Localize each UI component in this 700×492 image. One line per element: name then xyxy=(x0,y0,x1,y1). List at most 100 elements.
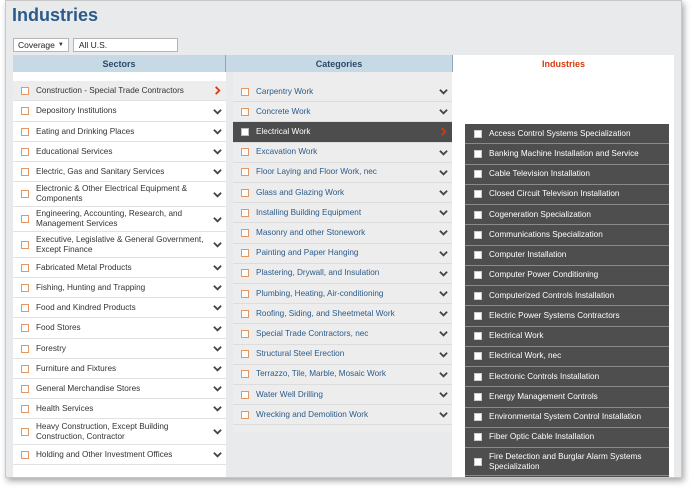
chevron-down-icon[interactable] xyxy=(438,390,448,399)
category-item[interactable]: Carpentry Work xyxy=(233,82,452,103)
row-checkbox[interactable] xyxy=(241,410,249,419)
row-checkbox[interactable] xyxy=(474,129,482,138)
row-checkbox[interactable] xyxy=(474,210,482,219)
row-checkbox[interactable] xyxy=(21,107,29,115)
row-checkbox[interactable] xyxy=(474,433,482,442)
chevron-down-icon[interactable] xyxy=(438,87,448,96)
sector-item[interactable]: Food Stores xyxy=(13,318,226,339)
sector-item[interactable]: Executive, Legislative & General Governm… xyxy=(13,232,226,258)
chevron-down-icon[interactable] xyxy=(438,168,448,177)
row-checkbox[interactable] xyxy=(474,291,482,300)
row-checkbox[interactable] xyxy=(21,240,29,249)
row-checkbox[interactable] xyxy=(21,190,29,198)
sector-item[interactable]: Forestry xyxy=(13,339,226,359)
sector-item[interactable]: Fishing, Hunting and Trapping xyxy=(13,278,226,298)
sector-item[interactable]: General Merchandise Stores xyxy=(13,379,226,399)
row-checkbox[interactable] xyxy=(474,457,482,466)
row-checkbox[interactable] xyxy=(241,390,249,399)
sector-item[interactable]: Health Services xyxy=(13,399,226,419)
chevron-down-icon[interactable] xyxy=(438,249,448,258)
sector-item[interactable]: Furniture and Fixtures xyxy=(13,359,226,379)
chevron-down-icon[interactable] xyxy=(212,147,222,156)
row-checkbox[interactable] xyxy=(474,413,482,422)
category-item[interactable]: Painting and Paper Hanging xyxy=(233,244,452,264)
row-checkbox[interactable] xyxy=(21,283,29,292)
category-item[interactable]: Glass and Glazing Work xyxy=(233,183,452,204)
row-checkbox[interactable] xyxy=(474,170,482,179)
chevron-down-icon[interactable] xyxy=(212,190,222,199)
row-checkbox[interactable] xyxy=(241,208,249,217)
industry-item[interactable]: Computerized Controls Installation xyxy=(465,286,669,307)
sector-item[interactable]: Construction - Special Trade Contractors xyxy=(13,81,226,101)
row-checkbox[interactable] xyxy=(241,148,249,157)
sector-item[interactable]: Fabricated Metal Products xyxy=(13,258,226,278)
row-checkbox[interactable] xyxy=(241,87,249,96)
sector-item[interactable]: Electric, Gas and Sanitary Services xyxy=(13,162,226,182)
row-checkbox[interactable] xyxy=(241,188,249,197)
chevron-down-icon[interactable] xyxy=(438,350,448,359)
chevron-down-icon[interactable] xyxy=(438,309,448,318)
sector-item[interactable]: Depository Institutions xyxy=(13,101,226,122)
industry-item[interactable]: Electrical Work, nec xyxy=(465,347,669,367)
chevron-down-icon[interactable] xyxy=(438,188,448,197)
chevron-down-icon[interactable] xyxy=(438,107,448,116)
category-item[interactable]: Structural Steel Erection xyxy=(233,345,452,365)
row-checkbox[interactable] xyxy=(474,149,482,158)
row-checkbox[interactable] xyxy=(474,372,482,381)
category-item[interactable]: Wrecking and Demolition Work xyxy=(233,405,452,426)
row-checkbox[interactable] xyxy=(21,450,29,459)
industry-item[interactable]: Computer Power Conditioning xyxy=(465,266,669,286)
industry-item[interactable]: Electric Power Systems Contractors xyxy=(465,306,669,327)
row-checkbox[interactable] xyxy=(474,392,482,401)
row-checkbox[interactable] xyxy=(21,215,29,223)
tab-sectors[interactable]: Sectors xyxy=(13,55,226,72)
row-checkbox[interactable] xyxy=(474,251,482,260)
row-checkbox[interactable] xyxy=(241,107,249,116)
row-checkbox[interactable] xyxy=(241,249,249,258)
row-checkbox[interactable] xyxy=(241,289,249,298)
row-checkbox[interactable] xyxy=(21,147,29,156)
chevron-down-icon[interactable] xyxy=(212,303,222,312)
row-checkbox[interactable] xyxy=(241,350,249,359)
sector-item[interactable]: Eating and Drinking Places xyxy=(13,122,226,142)
industry-item[interactable]: Electronic Controls Installation xyxy=(465,367,669,388)
category-item[interactable]: Installing Building Equipment xyxy=(233,203,452,224)
sector-item[interactable]: Holding and Other Investment Offices xyxy=(13,445,226,465)
row-checkbox[interactable] xyxy=(21,344,29,353)
row-checkbox[interactable] xyxy=(474,352,482,361)
tab-categories[interactable]: Categories xyxy=(226,55,453,72)
category-item[interactable]: Plumbing, Heating, Air-conditioning xyxy=(233,284,452,305)
category-item[interactable]: Plastering, Drywall, and Insulation xyxy=(233,264,452,284)
category-item[interactable]: Water Well Drilling xyxy=(233,385,452,406)
industry-item[interactable]: Energy Management Controls xyxy=(465,387,669,408)
chevron-down-icon[interactable] xyxy=(438,148,448,157)
row-checkbox[interactable] xyxy=(241,329,249,338)
row-checkbox[interactable] xyxy=(21,384,29,393)
chevron-down-icon[interactable] xyxy=(212,404,222,413)
tab-industries[interactable]: Industries xyxy=(453,55,674,72)
row-checkbox[interactable] xyxy=(241,127,249,136)
industry-item[interactable]: Fire Detection and Burglar Alarm Systems… xyxy=(465,448,669,476)
row-checkbox[interactable] xyxy=(474,332,482,341)
chevron-down-icon[interactable] xyxy=(212,450,222,459)
chevron-down-icon[interactable] xyxy=(212,364,222,373)
row-checkbox[interactable] xyxy=(474,190,482,199)
chevron-down-icon[interactable] xyxy=(438,208,448,217)
chevron-down-icon[interactable] xyxy=(438,410,448,419)
sector-item[interactable]: Food and Kindred Products xyxy=(13,298,226,318)
row-checkbox[interactable] xyxy=(241,168,249,177)
category-item[interactable]: Concrete Work xyxy=(233,102,452,123)
category-item[interactable]: Terrazzo, Tile, Marble, Mosaic Work xyxy=(233,365,452,385)
row-checkbox[interactable] xyxy=(241,370,249,379)
row-checkbox[interactable] xyxy=(21,303,29,312)
chevron-down-icon[interactable] xyxy=(212,384,222,393)
coverage-select[interactable]: Coverage ▼ xyxy=(13,38,69,52)
row-checkbox[interactable] xyxy=(241,228,249,237)
row-checkbox[interactable] xyxy=(21,86,29,95)
row-checkbox[interactable] xyxy=(21,427,29,436)
chevron-down-icon[interactable] xyxy=(212,215,222,224)
chevron-down-icon[interactable] xyxy=(212,127,222,136)
chevron-down-icon[interactable] xyxy=(212,427,222,436)
chevron-down-icon[interactable] xyxy=(212,167,222,176)
chevron-down-icon[interactable] xyxy=(438,370,448,379)
